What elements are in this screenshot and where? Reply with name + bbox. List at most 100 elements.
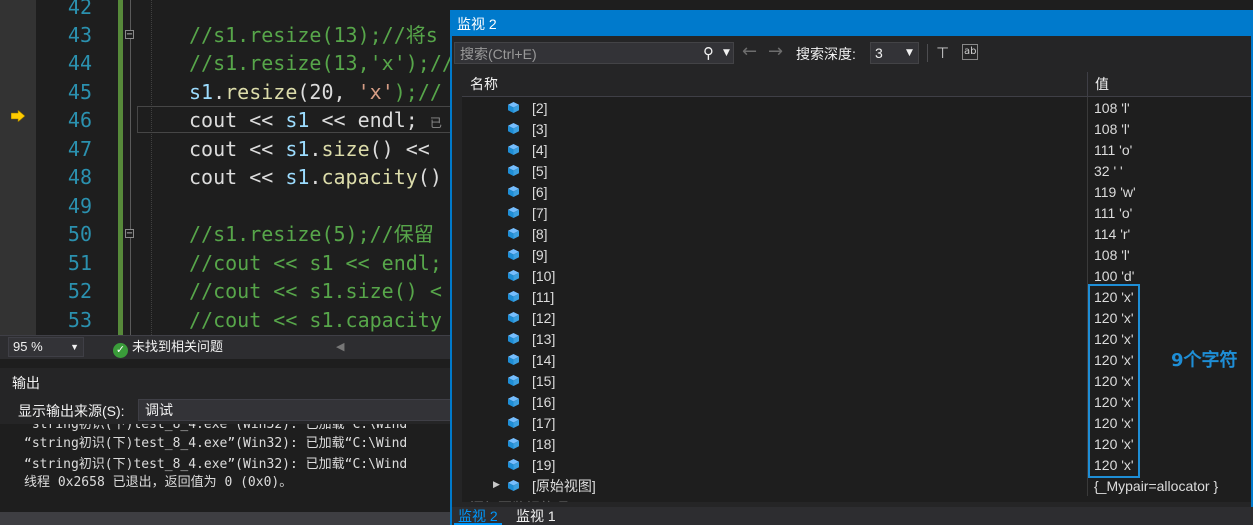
code-editor[interactable]: 42 43 − //s1.resize(13);//将s 44 //s1.res… — [0, 0, 452, 335]
code-line[interactable]: s1.resize(20, 'x');// — [189, 78, 442, 106]
hex-display-icon[interactable]: ab — [962, 44, 979, 60]
search-depth-select[interactable]: 3 ▼ — [870, 42, 919, 64]
watch-row-name: [13] — [532, 331, 556, 347]
token: resize — [225, 80, 298, 104]
token: s1 — [285, 108, 310, 132]
token: s1 — [189, 80, 214, 104]
watch-row-name: [5] — [532, 163, 548, 179]
watch-column-header: 名称 值 — [462, 72, 1251, 97]
field-cube-icon — [508, 396, 519, 407]
issues-indicator[interactable]: ✓ 未找到相关问题 — [113, 336, 223, 358]
watch-row-value[interactable]: 119 'w' — [1094, 183, 1136, 201]
watch-row-value[interactable]: 111 'o' — [1094, 204, 1132, 222]
tab-watch-2[interactable]: 监视 2 — [454, 507, 502, 525]
watch-row-name: [19] — [532, 457, 556, 473]
forward-arrow-icon[interactable]: → — [768, 42, 783, 62]
search-icon[interactable]: ⚲ — [703, 44, 714, 62]
code-line[interactable]: //s1.resize(13);//将s — [189, 21, 438, 49]
watch-row-name: [2] — [532, 100, 548, 116]
chevron-down-icon[interactable]: ▼ — [723, 46, 730, 60]
collapse-toggle[interactable]: − — [125, 229, 134, 239]
token: );// — [393, 80, 442, 104]
token: capacity — [321, 165, 418, 189]
back-arrow-icon[interactable]: ← — [742, 42, 757, 62]
watch-row-name: [17] — [532, 415, 556, 431]
watch-row-name: [12] — [532, 310, 556, 326]
watch-row-value[interactable]: 32 ' ' — [1094, 162, 1123, 180]
search-depth-label: 搜索深度: — [796, 46, 856, 62]
scroll-left-icon[interactable]: ◀ — [336, 336, 344, 358]
field-cube-icon — [508, 144, 519, 155]
search-placeholder: 搜索(Ctrl+E) — [460, 46, 537, 62]
watch-row-value[interactable]: {_Mypair=allocator } — [1094, 477, 1218, 495]
watch-row-value[interactable]: 111 'o' — [1094, 141, 1132, 159]
field-cube-icon — [508, 291, 519, 302]
watch-search-input[interactable]: 搜索(Ctrl+E) ⚲ ▼ — [454, 42, 734, 64]
watch-row[interactable]: [8] 114 'r' — [462, 223, 1251, 244]
indicator-margin[interactable] — [0, 0, 36, 335]
watch-row[interactable]: [5] 32 ' ' — [462, 160, 1251, 181]
line-number: 50 — [67, 222, 92, 246]
collapse-toggle[interactable]: − — [125, 30, 134, 40]
line-number: 43 — [67, 23, 92, 47]
expand-arrow-icon[interactable]: ▶ — [493, 478, 500, 492]
field-cube-icon — [508, 333, 519, 344]
field-cube-icon — [508, 438, 519, 449]
output-source-label: 显示输出来源(S): — [18, 403, 125, 419]
token: cout << — [189, 165, 286, 189]
code-line[interactable]: cout << s1.capacity() — [189, 163, 442, 191]
zoom-dropdown[interactable]: 95 % ▼ — [8, 337, 84, 357]
column-divider — [1087, 202, 1088, 223]
output-line: “string初识(下)test_8_4.exe”(Win32): 已加载“C:… — [24, 436, 408, 451]
watch-row[interactable]: [4] 111 'o' — [462, 139, 1251, 160]
watch-row[interactable]: [2] 108 'l' — [462, 97, 1251, 118]
watch-row-name: [11] — [532, 289, 555, 305]
column-divider[interactable] — [1087, 72, 1088, 96]
watch-row[interactable]: [7] 111 'o' — [462, 202, 1251, 223]
watch-row-name: [3] — [532, 121, 548, 137]
line-number: 46 — [67, 108, 92, 132]
column-divider — [1087, 223, 1088, 244]
output-source-select[interactable]: 调试 — [138, 399, 458, 421]
column-divider — [1087, 97, 1088, 118]
code-line[interactable]: //s1.resize(5);//保留 — [189, 220, 434, 248]
code-line[interactable]: //cout << s1.size() < — [189, 277, 442, 305]
output-text-area[interactable]: “string初识(下)test_8_4.exe”(Win32): 已加载“C:… — [0, 424, 452, 514]
code-line[interactable]: cout << s1 << endl; 已 — [189, 106, 442, 134]
watch-row-name: [6] — [532, 184, 548, 200]
field-cube-icon — [508, 417, 519, 428]
watch-row-value[interactable]: 114 'r' — [1094, 225, 1130, 243]
watch-row-value[interactable]: 108 'l' — [1094, 120, 1130, 138]
code-line[interactable]: //cout << s1 << endl; — [189, 249, 442, 277]
chevron-down-icon: ▼ — [906, 48, 913, 58]
watch-row-value[interactable]: 108 'l' — [1094, 246, 1130, 264]
check-circle-icon: ✓ — [113, 343, 128, 358]
watch-row-value[interactable]: 108 'l' — [1094, 99, 1130, 117]
pin-filter-icon[interactable]: ⊤ — [936, 44, 949, 62]
highlight-box — [1088, 284, 1140, 478]
token: cout << — [189, 108, 286, 132]
add-watch-item[interactable]: 添加要监视的项 — [470, 499, 568, 502]
watch-row-value[interactable]: 100 'd' — [1094, 267, 1134, 285]
column-value-header[interactable]: 值 — [1095, 75, 1109, 93]
output-horizontal-scrollbar[interactable] — [0, 512, 452, 525]
field-cube-icon — [508, 459, 519, 470]
watch-row[interactable]: [6] 119 'w' — [462, 181, 1251, 202]
code-line[interactable]: //cout << s1.capacity — [189, 306, 442, 334]
watch-row[interactable]: [3] 108 'l' — [462, 118, 1251, 139]
column-name-header[interactable]: 名称 — [470, 75, 498, 93]
field-cube-icon — [508, 165, 519, 176]
watch-title-bar[interactable]: 监视 2 — [452, 12, 1253, 36]
field-cube-icon — [508, 207, 519, 218]
tab-watch-1[interactable]: 监视 1 — [512, 507, 560, 525]
code-line[interactable]: //s1.resize(13,'x');// — [189, 49, 452, 77]
watch-row[interactable]: ▶ [原始视图] {_Mypair=allocator } — [462, 475, 1251, 496]
code-line[interactable]: cout << s1.size() << — [189, 135, 442, 163]
watch-row-name: [18] — [532, 436, 556, 452]
watch-row[interactable]: [10] 100 'd' — [462, 265, 1251, 286]
watch-row[interactable]: [9] 108 'l' — [462, 244, 1251, 265]
field-cube-icon — [508, 354, 519, 365]
column-divider — [1087, 475, 1088, 496]
watch-window: 监视 2 搜索(Ctrl+E) ⚲ ▼ ← → 搜索深度: 3 ▼ ⊤ ab 名… — [450, 10, 1253, 525]
watch-row-name: [9] — [532, 247, 548, 263]
